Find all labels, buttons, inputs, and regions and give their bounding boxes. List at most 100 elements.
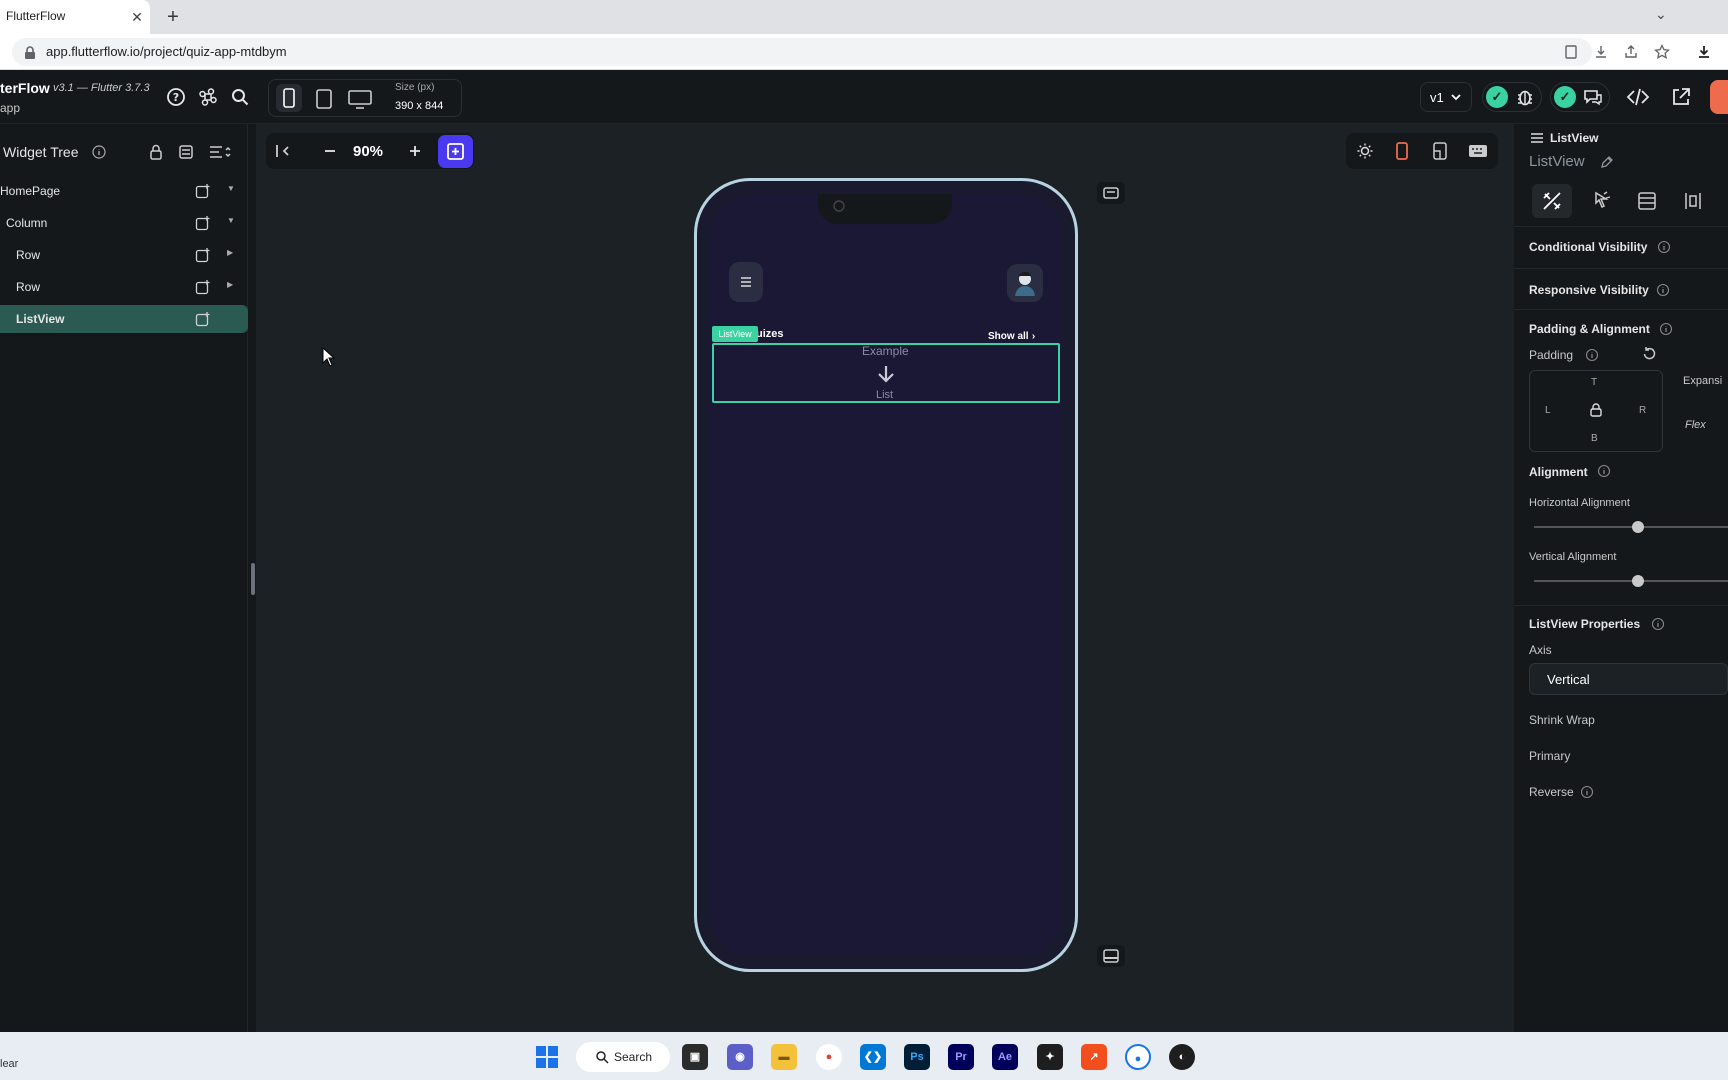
info-icon[interactable] [1585,348,1599,362]
windows-start-icon[interactable] [534,1044,560,1070]
lock-icon[interactable] [1587,401,1605,419]
chrome-active-icon[interactable]: ● [1125,1044,1151,1070]
add-child-icon[interactable] [195,183,211,199]
drawer-menu-button[interactable] [729,262,763,302]
conditional-visibility-label[interactable]: Conditional Visibility [1529,240,1647,254]
reset-icon[interactable] [1642,346,1658,362]
padding-right[interactable]: R [1639,405,1646,416]
url-text[interactable]: app.flutterflow.io/project/quiz-app-mtdb… [46,44,287,59]
widget-tree-title: Widget Tree [3,144,79,160]
lock-icon[interactable] [148,143,164,161]
info-icon[interactable] [1651,617,1665,631]
zoom-level: 90% [353,143,384,160]
device-phone-button[interactable] [276,84,302,112]
add-child-icon[interactable] [195,215,211,231]
axis-value: Vertical [1547,672,1590,687]
padding-top[interactable]: T [1591,377,1597,388]
caret-down-icon[interactable]: ▼ [227,184,235,193]
navigation-bar-button[interactable] [1097,945,1125,967]
info-icon[interactable] [1659,322,1673,336]
premiere-icon[interactable]: Pr [948,1044,974,1070]
preview-button[interactable] [1710,80,1728,114]
flex-label: Flex [1685,419,1706,431]
zoom-out-icon[interactable] [322,143,338,159]
phone-frame-icon[interactable] [1393,141,1411,161]
axis-select[interactable]: Vertical [1529,663,1728,695]
tab-actions-icon[interactable] [1590,190,1612,212]
add-widget-button[interactable] [438,135,473,168]
tab-layout-icon[interactable] [1682,190,1704,212]
caret-right-icon[interactable]: ▶ [227,248,233,257]
star-icon[interactable] [1654,44,1670,60]
new-tab-button[interactable]: + [163,7,183,27]
file-explorer-icon[interactable]: ▬ [771,1044,797,1070]
responsive-visibility-label[interactable]: Responsive Visibility [1529,283,1649,297]
teams-icon[interactable]: ◉ [727,1044,753,1070]
tree-item-row[interactable]: Row ▶ [0,241,248,269]
info-icon[interactable] [92,145,106,159]
command-icon[interactable] [198,87,218,107]
figma-icon[interactable]: ✦ [1037,1044,1063,1070]
phone-screen[interactable] [710,194,1062,956]
divider [1514,268,1728,269]
collapse-panel-icon[interactable] [274,142,292,160]
collapse-tree-icon[interactable] [208,143,232,161]
vertical-alignment-knob[interactable] [1632,575,1644,587]
photoshop-icon[interactable]: Ps [904,1044,930,1070]
add-child-icon[interactable] [195,311,211,327]
info-icon[interactable] [1580,785,1594,799]
horizontal-alignment-knob[interactable] [1632,521,1644,533]
padding-left[interactable]: L [1545,405,1551,416]
vertical-alignment-slider[interactable] [1534,580,1728,582]
chevron-down-icon[interactable]: ⌄ [1655,6,1667,23]
help-icon[interactable]: ? [166,87,186,107]
vertical-alignment-label: Vertical Alignment [1529,551,1617,563]
tree-item-homepage[interactable]: HomePage ▼ [0,177,248,205]
keyboard-icon[interactable] [1467,142,1489,160]
info-icon[interactable] [1597,464,1611,478]
tablet-icon[interactable] [311,86,337,112]
install-icon[interactable] [1593,44,1609,60]
layers-icon[interactable] [178,143,194,161]
add-child-icon[interactable] [195,247,211,263]
after-effects-icon[interactable]: Ae [992,1044,1018,1070]
tree-item-label: ListView [16,312,65,326]
download-icon[interactable] [1696,44,1712,60]
desktop-icon[interactable] [346,86,374,112]
obs-icon[interactable]: ◐ [1169,1044,1195,1070]
postman-icon[interactable]: ↗ [1081,1044,1107,1070]
horizontal-alignment-slider[interactable] [1534,526,1728,528]
tree-item-listview[interactable]: ListView [0,305,248,333]
avatar[interactable] [1007,264,1043,302]
collapse-status-bar-button[interactable] [1097,182,1125,204]
close-icon[interactable]: ✕ [129,9,145,25]
show-all-link[interactable]: Show all › [988,328,1035,342]
widget-name[interactable]: ListView [1529,153,1585,170]
vscode-icon[interactable]: ❮❯ [860,1044,886,1070]
info-icon[interactable] [1657,240,1671,254]
listview-placeholder-title: Example [862,344,909,358]
chrome-icon[interactable]: ● [816,1044,842,1070]
code-icon[interactable] [1626,86,1650,108]
padding-bottom[interactable]: B [1591,433,1598,444]
check-icon: ✓ [1554,86,1576,108]
share-icon[interactable] [1623,44,1639,60]
caret-right-icon[interactable]: ▶ [227,280,233,289]
panel-resize-handle[interactable] [251,563,255,595]
search-icon[interactable] [230,87,250,107]
caret-down-icon[interactable]: ▼ [227,216,235,225]
tree-item-row[interactable]: Row ▶ [0,273,248,301]
open-external-icon[interactable] [1670,86,1692,108]
task-view-icon[interactable]: ▣ [682,1044,708,1070]
device-layout-icon[interactable] [1431,141,1449,161]
add-child-icon[interactable] [195,279,211,295]
tree-item-column[interactable]: Column ▼ [0,209,248,237]
clipboard-icon[interactable] [1563,44,1579,60]
light-mode-icon[interactable] [1356,142,1374,160]
branch-selector[interactable] [1420,82,1472,112]
zoom-in-icon[interactable] [407,143,423,159]
edit-icon[interactable] [1600,155,1614,169]
info-icon[interactable] [1656,283,1670,297]
browser-tab[interactable]: FlutterFlow ✕ [0,0,150,34]
tab-backend-query-icon[interactable] [1636,190,1658,212]
